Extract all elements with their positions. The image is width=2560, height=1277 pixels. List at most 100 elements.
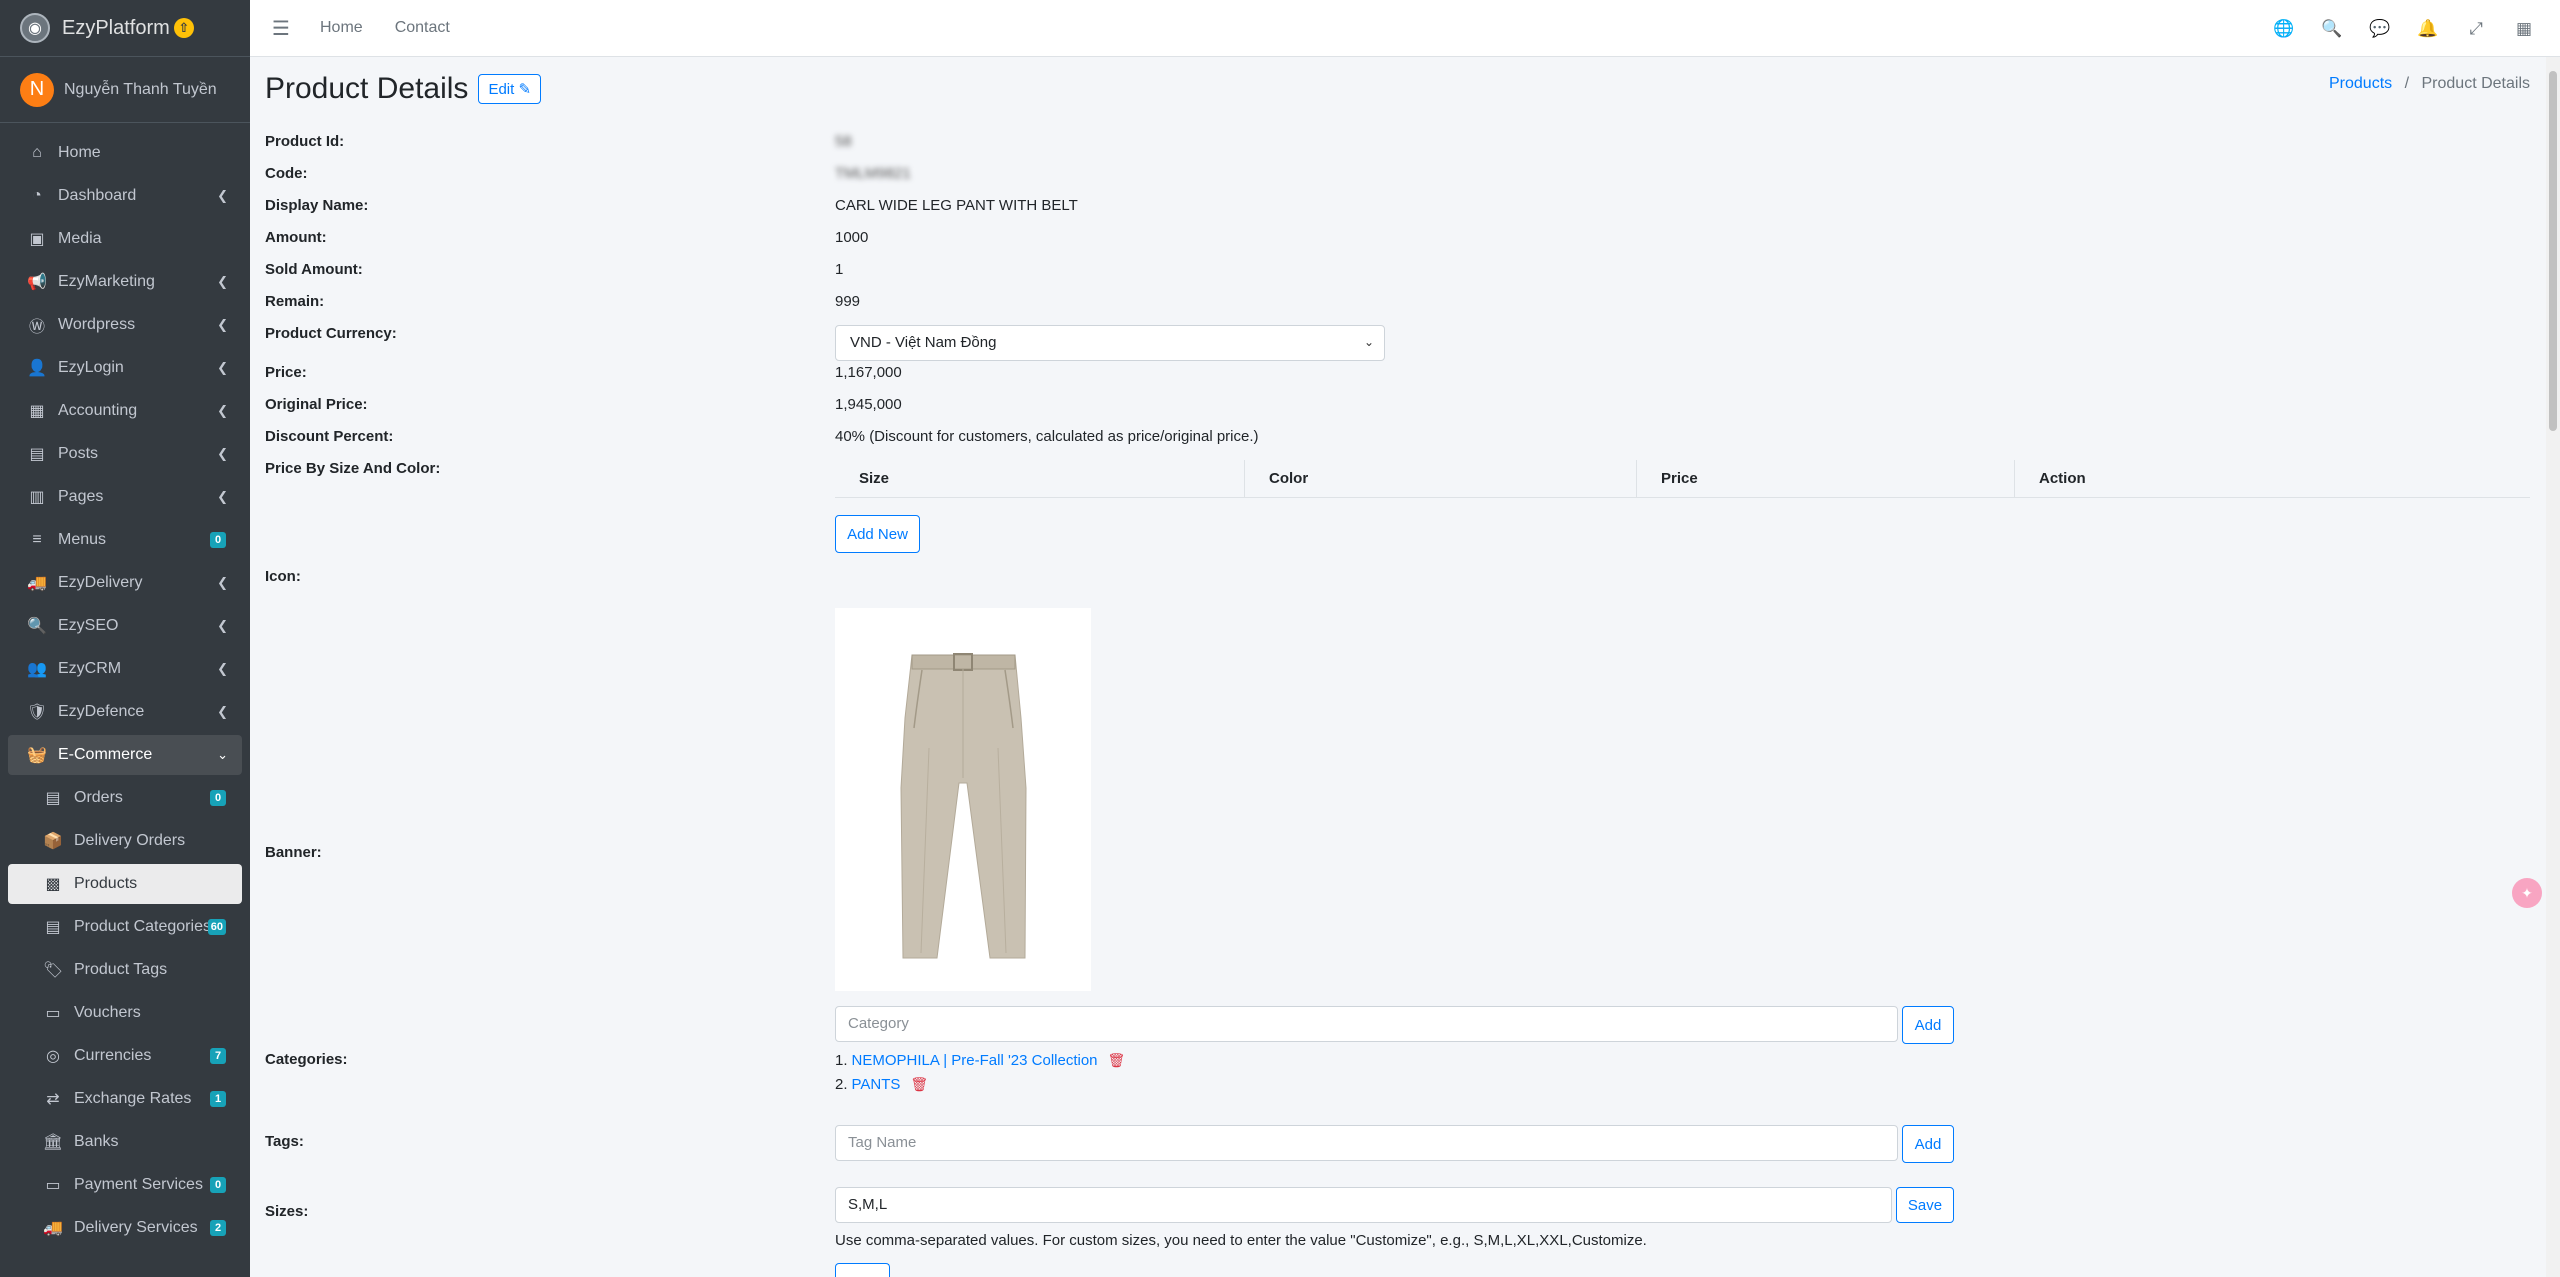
sidebar-subitem-currencies[interactable]: ◎ Currencies 7 (8, 1036, 242, 1076)
banner-label: Banner: (265, 844, 322, 861)
megaphone-icon: 📢 (27, 274, 47, 291)
tag-input[interactable]: Tag Name (835, 1125, 1898, 1161)
count-badge: 0 (210, 1177, 226, 1193)
icon-label: Icon: (265, 568, 301, 585)
sidebar-item-label: E-Commerce (58, 746, 153, 763)
page-scrollbar[interactable] (2546, 57, 2560, 1277)
sidebar-item-wordpress[interactable]: Ⓦ Wordpress ❮ (8, 305, 242, 345)
sidebar-item-ezymarketing[interactable]: 📢 EzyMarketing ❮ (8, 262, 242, 302)
chevron-left-icon: ❮ (217, 489, 228, 504)
sidebar-subitem-delivery-orders[interactable]: 📦 Delivery Orders (8, 821, 242, 861)
sidebar-item-label: Product Categories (74, 918, 211, 935)
receipt-icon: ▤ (45, 790, 61, 807)
top-link-home[interactable]: Home (320, 19, 363, 37)
sidebar-item-label: EzyDefence (58, 703, 145, 720)
sidebar-item-label: Payment Services (74, 1176, 203, 1193)
category-item: 1. NEMOPHILA | Pre-Fall '23 Collection 🗑 (835, 1052, 1125, 1069)
bell-icon[interactable]: 🔔 (2404, 19, 2452, 39)
navbar-icons: 🌐 🔍 💬 🔔 ⤢ ▦ (2260, 0, 2548, 57)
trash-icon[interactable]: 🗑 (910, 1076, 928, 1093)
remain-label: Remain: (265, 293, 325, 310)
sidebar-item-label: Banks (74, 1133, 119, 1150)
search-plus-icon: 🔍 (27, 618, 47, 635)
globe-icon[interactable]: 🌐 (2260, 19, 2308, 39)
user-panel[interactable]: N Nguyễn Thanh Tuyền (0, 57, 250, 123)
sidebar-subitem-product-tags[interactable]: 🏷 Product Tags (8, 950, 242, 990)
search-icon[interactable]: 🔍 (2308, 19, 2356, 39)
table-header-price: Price (1637, 460, 2015, 497)
partial-button[interactable] (835, 1263, 890, 1277)
main-content: Product Details Edit ✎ Products / Produc… (265, 57, 2530, 1277)
sidebar-item-posts[interactable]: ▤ Posts ❮ (8, 434, 242, 474)
amount-label: Amount: (265, 229, 327, 246)
category-input[interactable]: Category (835, 1006, 1898, 1042)
brand-name: EzyPlatform (62, 16, 170, 39)
top-link-contact[interactable]: Contact (395, 19, 450, 37)
coins-icon: ◎ (46, 1048, 60, 1065)
users-cog-icon: 👥 (27, 661, 47, 678)
sidebar-item-label: Posts (58, 445, 99, 462)
menu-toggle-icon[interactable]: ☰ (256, 16, 306, 41)
sidebar-item-e-commerce[interactable]: 🧺 E-Commerce ⌄ (8, 735, 242, 775)
sidebar-item-pages[interactable]: ▥ Pages ❮ (8, 477, 242, 517)
sidebar-item-label: Pages (58, 488, 104, 505)
sidebar-item-accounting[interactable]: ▦ Accounting ❮ (8, 391, 242, 431)
category-link[interactable]: NEMOPHILA | Pre-Fall '23 Collection (852, 1052, 1098, 1069)
floating-assistant-icon[interactable]: ✦ (2512, 878, 2542, 908)
add-tag-button[interactable]: Add (1902, 1125, 1954, 1163)
brand[interactable]: ◉ EzyPlatform ⇧ (0, 0, 250, 57)
sidebar-item-home[interactable]: ⌂ Home (8, 133, 242, 173)
sidebar-item-label: Delivery Orders (74, 832, 186, 849)
sidebar-item-label: EzyDelivery (58, 574, 143, 591)
discount-label: Discount Percent: (265, 428, 394, 445)
sidebar-item-ezydelivery[interactable]: 🚚 EzyDelivery ❮ (8, 563, 242, 603)
save-sizes-button[interactable]: Save (1896, 1187, 1954, 1223)
breadcrumb-products-link[interactable]: Products (2329, 75, 2392, 92)
count-badge: 7 (210, 1048, 226, 1064)
count-badge: 1 (210, 1091, 226, 1107)
sidebar-item-ezylogin[interactable]: 👤 EzyLogin ❮ (8, 348, 242, 388)
sidebar-item-ezydefence[interactable]: 🛡 EzyDefence ❮ (8, 692, 242, 732)
code-value: TMLM9821 (835, 165, 911, 182)
currency-select[interactable]: VND - Việt Nam Đồng ⌄ (835, 325, 1385, 361)
sidebar-subitem-vouchers[interactable]: ▭ Vouchers (8, 993, 242, 1033)
sidebar-item-label: Vouchers (74, 1004, 141, 1021)
scrollbar-thumb[interactable] (2549, 71, 2557, 431)
edit-icon: ✎ (518, 81, 532, 98)
currency-label: Product Currency: (265, 325, 397, 342)
tags-label: Tags: (265, 1133, 304, 1150)
pants-image (835, 608, 1091, 991)
sidebar-item-label: Menus (58, 531, 107, 548)
expand-icon[interactable]: ⤢ (2452, 19, 2500, 39)
sidebar-item-ezycrm[interactable]: 👥 EzyCRM ❮ (8, 649, 242, 689)
add-category-button[interactable]: Add (1902, 1006, 1954, 1044)
banner-image[interactable] (835, 608, 1091, 991)
sidebar-subitem-exchange-rates[interactable]: ⇄ Exchange Rates 1 (8, 1079, 242, 1119)
chevron-left-icon: ❮ (217, 274, 228, 289)
tags-icon: 🏷 (42, 962, 64, 979)
chevron-left-icon: ❮ (217, 618, 228, 633)
trash-icon[interactable]: 🗑 (1108, 1052, 1126, 1069)
category-link[interactable]: PANTS (852, 1076, 901, 1093)
grid-icon[interactable]: ▦ (2500, 19, 2548, 39)
comments-icon[interactable]: 💬 (2356, 19, 2404, 39)
sidebar-subitem-banks[interactable]: 🏛 Banks (8, 1122, 242, 1162)
add-new-price-button[interactable]: Add New (835, 515, 920, 553)
sidebar-subitem-product-categories[interactable]: ▤ Product Categories 60 (8, 907, 242, 947)
sidebar-item-dashboard[interactable]: ◔ Dashboard ❮ (8, 176, 242, 216)
chevron-left-icon: ❮ (217, 317, 228, 332)
sidebar-item-ezyseo[interactable]: 🔍 EzySEO ❮ (8, 606, 242, 646)
product-id-value: 58 (835, 133, 852, 150)
sidebar-subitem-orders[interactable]: ▤ Orders 0 (8, 778, 242, 818)
original-price-value: 1,945,000 (835, 396, 902, 413)
sizes-input[interactable]: S,M,L (835, 1187, 1892, 1223)
truck-icon: 🚚 (27, 575, 47, 592)
sidebar-subitem-products[interactable]: ▩ Products (8, 864, 242, 904)
sidebar-subitem-payment-services[interactable]: ▭ Payment Services 0 (8, 1165, 242, 1205)
sidebar-subitem-delivery-services[interactable]: 🚚 Delivery Services 2 (8, 1208, 242, 1248)
sidebar-item-media[interactable]: ▣ Media (8, 219, 242, 259)
price-label: Price: (265, 364, 307, 381)
sidebar-item-menus[interactable]: ≡ Menus 0 (8, 520, 242, 560)
edit-button[interactable]: Edit ✎ (478, 74, 542, 104)
boxes-icon: ▩ (45, 876, 61, 893)
